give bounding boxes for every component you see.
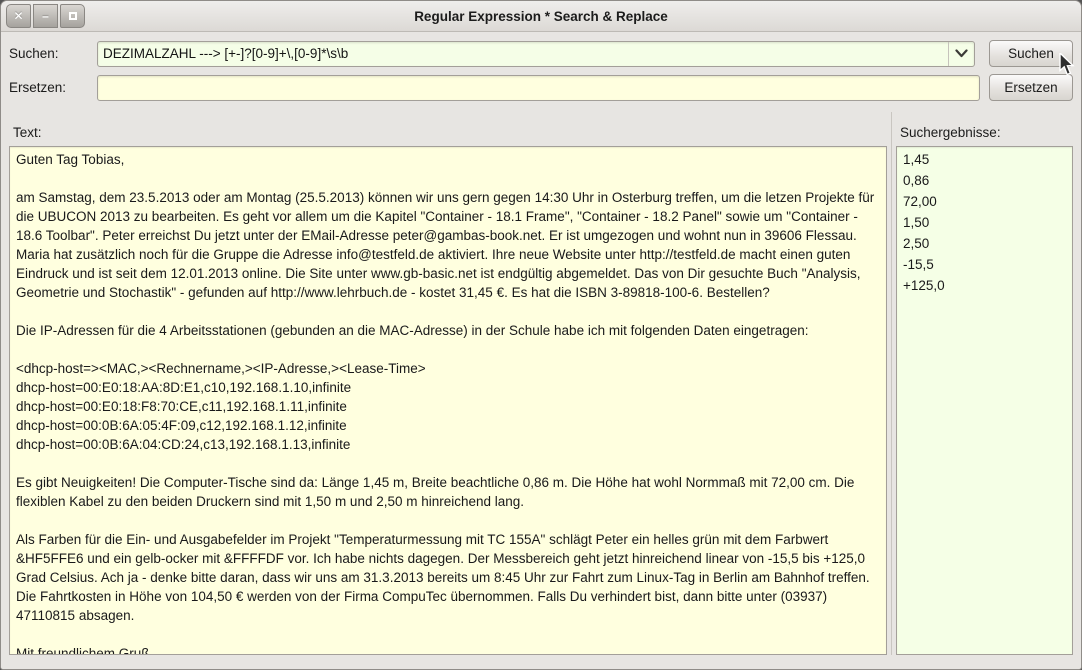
window-controls: ✕ – [6, 4, 85, 28]
text-pane-label: Text: [9, 118, 887, 146]
search-row: Suchen: Suchen [9, 40, 1073, 67]
window-title: Regular Expression * Search & Replace [1, 9, 1081, 24]
results-list[interactable]: 1,450,8672,001,502,50-15,5+125,0 [896, 146, 1073, 655]
result-item[interactable]: 2,50 [901, 233, 1068, 254]
text-line [16, 340, 880, 359]
text-line [16, 454, 880, 473]
text-line: dhcp-host=00:E0:18:F8:70:CE,c11,192.168.… [16, 397, 880, 416]
text-line: Die IP-Adressen für die 4 Arbeitsstation… [16, 321, 880, 340]
close-icon: ✕ [13, 9, 23, 23]
text-line [16, 169, 880, 188]
maximize-icon [69, 12, 77, 20]
search-replace-toolbar: Suchen: Suchen Ersetzen: Ersetzen [1, 32, 1081, 112]
pane-splitter[interactable] [887, 118, 896, 655]
text-line [16, 625, 880, 644]
text-line: dhcp-host=00:0B:6A:04:CD:24,c13,192.168.… [16, 435, 880, 454]
text-line: Es gibt Neuigkeiten! Die Computer-Tische… [16, 473, 880, 511]
search-combobox [97, 41, 975, 67]
search-button[interactable]: Suchen [989, 40, 1073, 67]
results-pane: Suchergebnisse: 1,450,8672,001,502,50-15… [896, 118, 1073, 655]
text-line [16, 302, 880, 321]
text-line: am Samstag, dem 23.5.2013 oder am Montag… [16, 188, 880, 302]
results-pane-label: Suchergebnisse: [896, 118, 1073, 146]
replace-input[interactable] [97, 75, 980, 101]
chevron-down-icon [955, 49, 968, 58]
search-dropdown-button[interactable] [948, 42, 974, 66]
replace-label: Ersetzen: [9, 80, 97, 95]
text-line: Als Farben für die Ein- und Ausgabefelde… [16, 530, 880, 625]
minimize-button[interactable]: – [33, 4, 58, 28]
result-item[interactable]: -15,5 [901, 254, 1068, 275]
titlebar: ✕ – Regular Expression * Search & Replac… [1, 1, 1081, 32]
text-line [16, 511, 880, 530]
result-item[interactable]: +125,0 [901, 275, 1068, 296]
result-item[interactable]: 0,86 [901, 170, 1068, 191]
search-input[interactable] [98, 42, 948, 66]
app-window: ✕ – Regular Expression * Search & Replac… [0, 0, 1082, 670]
result-item[interactable]: 1,50 [901, 212, 1068, 233]
main-content: Text: Guten Tag Tobias, am Samstag, dem 2… [1, 112, 1081, 669]
replace-button[interactable]: Ersetzen [989, 74, 1073, 101]
replace-row: Ersetzen: Ersetzen [9, 74, 1073, 101]
text-area[interactable]: Guten Tag Tobias, am Samstag, dem 23.5.20… [9, 146, 887, 655]
result-item[interactable]: 1,45 [901, 149, 1068, 170]
search-label: Suchen: [9, 46, 97, 61]
maximize-button[interactable] [60, 4, 85, 28]
text-line: <dhcp-host=><MAC,><Rechnername,><IP-Adre… [16, 359, 880, 378]
text-line: Guten Tag Tobias, [16, 150, 880, 169]
text-line: dhcp-host=00:E0:18:AA:8D:E1,c10,192.168.… [16, 378, 880, 397]
close-button[interactable]: ✕ [6, 4, 31, 28]
text-line: dhcp-host=00:0B:6A:05:4F:09,c12,192.168.… [16, 416, 880, 435]
minimize-icon: – [42, 9, 49, 23]
text-pane: Text: Guten Tag Tobias, am Samstag, dem 2… [9, 118, 887, 655]
result-item[interactable]: 72,00 [901, 191, 1068, 212]
text-line: Mit freundlichem Gruß [16, 644, 880, 655]
